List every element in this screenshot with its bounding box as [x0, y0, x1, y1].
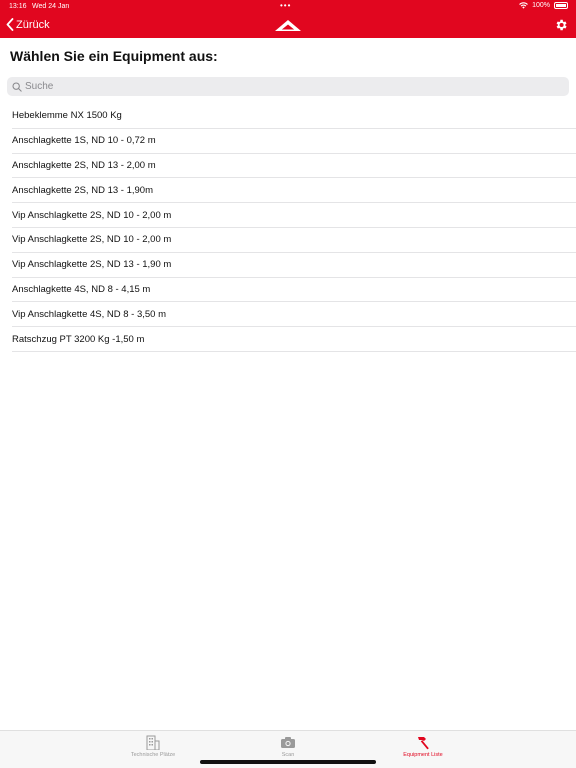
list-item[interactable]: Vip Anschlagkette 4S, ND 8 - 3,50 m	[12, 302, 576, 328]
status-time: 13:16	[9, 3, 27, 10]
battery-percent: 100%	[532, 2, 550, 9]
home-indicator[interactable]	[200, 760, 376, 764]
brand-logo	[275, 18, 301, 36]
back-button[interactable]: Zürück	[6, 18, 50, 31]
hammer-icon	[418, 737, 429, 750]
status-indicators: 100%	[519, 2, 568, 9]
list-item[interactable]: Anschlagkette 2S, ND 13 - 2,00 m	[12, 154, 576, 179]
list-item[interactable]: Vip Anschlagkette 2S, ND 13 - 1,90 m	[12, 253, 576, 278]
settings-gear-icon[interactable]	[554, 18, 568, 37]
list-item[interactable]: Hebeklemme NX 1500 Kg	[12, 104, 576, 129]
battery-icon	[554, 2, 568, 9]
status-date: Wed 24 Jan	[32, 3, 70, 10]
equipment-list: Hebeklemme NX 1500 Kg Anschlagkette 1S, …	[0, 104, 576, 352]
chevron-left-icon	[6, 18, 14, 31]
tab-label: Scan	[281, 752, 295, 758]
tab-scan[interactable]: Scan	[228, 735, 348, 758]
page-title: Wählen Sie ein Equipment aus:	[10, 48, 218, 64]
list-item[interactable]: Anschlagkette 2S, ND 13 - 1,90m	[12, 178, 576, 204]
search-icon	[12, 81, 22, 92]
camera-icon	[281, 737, 295, 748]
list-item[interactable]: Ratschzug PT 3200 Kg -1,50 m	[12, 327, 576, 352]
tab-equipment-liste[interactable]: Equipment Liste	[363, 735, 483, 758]
app-screen: 13:16 Wed 24 Jan ••• 100% Zürück Wählen …	[0, 0, 576, 768]
tab-label: Equipment Liste	[403, 752, 443, 758]
multitasking-dots-icon[interactable]: •••	[280, 1, 291, 10]
back-label: Zürück	[16, 18, 50, 31]
list-item[interactable]: Anschlagkette 4S, ND 8 - 4,15 m	[12, 278, 576, 303]
building-icon	[146, 735, 160, 750]
search-bar[interactable]	[7, 77, 569, 96]
list-item[interactable]: Anschlagkette 1S, ND 10 - 0,72 m	[12, 129, 576, 154]
list-item[interactable]: Vip Anschlagkette 2S, ND 10 - 2,00 m	[12, 228, 576, 253]
header-bar: 13:16 Wed 24 Jan ••• 100% Zürück	[0, 0, 576, 38]
search-input[interactable]	[25, 81, 545, 92]
tab-label: Technische Plätze	[130, 752, 176, 758]
tab-technische-plaetze[interactable]: Technische Plätze	[93, 735, 213, 758]
wifi-icon	[519, 2, 528, 9]
list-item[interactable]: Vip Anschlagkette 2S, ND 10 - 2,00 m	[12, 203, 576, 228]
